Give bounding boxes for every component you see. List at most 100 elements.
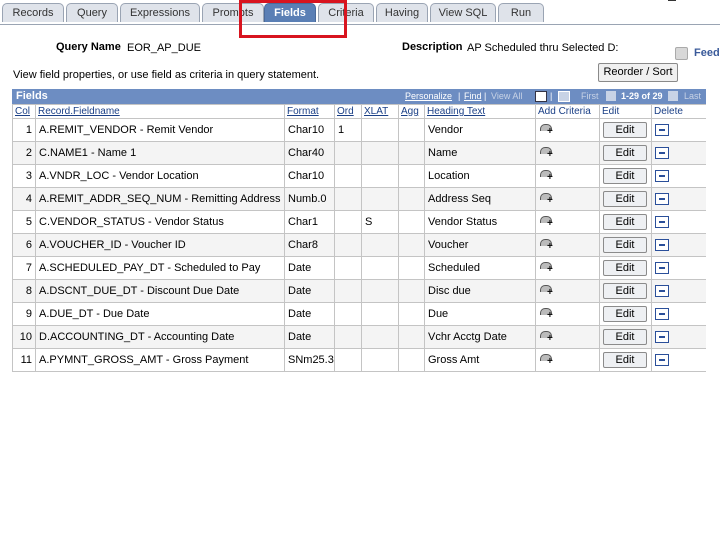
tab-run[interactable]: Run	[498, 3, 544, 22]
tab-expressions[interactable]: Expressions	[120, 3, 200, 22]
row-fieldname: D.ACCOUNTING_DT - Accounting Date	[35, 325, 285, 349]
delete-row-icon[interactable]	[655, 147, 669, 160]
row-add-criteria	[535, 233, 600, 257]
row-agg	[398, 302, 425, 326]
delete-row-icon[interactable]	[655, 216, 669, 229]
tab-records[interactable]: Records	[2, 3, 64, 22]
row-xlat	[361, 279, 399, 303]
edit-button[interactable]: Edit	[603, 237, 647, 253]
delete-row-icon[interactable]	[655, 308, 669, 321]
row-format: Date	[284, 325, 335, 349]
tab-baseline	[0, 24, 720, 25]
edit-button[interactable]: Edit	[603, 306, 647, 322]
next-arrow-icon[interactable]	[668, 91, 678, 101]
delete-row-icon[interactable]	[655, 239, 669, 252]
add-criteria-icon[interactable]	[539, 307, 553, 321]
view-all-link[interactable]: View All	[491, 89, 522, 104]
add-criteria-icon[interactable]	[539, 123, 553, 137]
col-header-fieldname[interactable]: Record.Fieldname	[35, 104, 285, 119]
fields-grid: Fields Personalize | Find | View All | F…	[12, 89, 706, 372]
col-header-add-criteria: Add Criteria	[535, 104, 600, 119]
add-criteria-icon[interactable]	[539, 284, 553, 298]
delete-row-icon[interactable]	[655, 170, 669, 183]
row-fieldname: C.VENDOR_STATUS - Vendor Status	[35, 210, 285, 234]
edit-button[interactable]: Edit	[603, 329, 647, 345]
edit-button[interactable]: Edit	[603, 122, 647, 138]
find-link[interactable]: Find	[464, 89, 482, 104]
row-edit: Edit	[599, 164, 652, 188]
edit-button[interactable]: Edit	[603, 352, 647, 368]
col-header-col[interactable]: Col	[12, 104, 36, 119]
row-delete	[651, 348, 706, 372]
edit-button[interactable]: Edit	[603, 168, 647, 184]
row-format: Char10	[284, 118, 335, 142]
edit-button[interactable]: Edit	[603, 191, 647, 207]
edit-button[interactable]: Edit	[603, 260, 647, 276]
add-criteria-icon[interactable]	[539, 146, 553, 160]
table-row: 2C.NAME1 - Name 1Char40 Name Edit	[12, 141, 706, 165]
grid-icon[interactable]	[558, 91, 570, 102]
row-col-num: 10	[12, 325, 36, 349]
add-criteria-icon[interactable]	[539, 330, 553, 344]
row-ord	[334, 256, 362, 280]
reorder-sort-button[interactable]: Reorder / Sort	[598, 63, 678, 82]
delete-row-icon[interactable]	[655, 354, 669, 367]
table-row: 3 A.VNDR_LOC - Vendor Location Char10 Locat…	[12, 164, 706, 188]
edit-button[interactable]: Edit	[603, 214, 647, 230]
last-link[interactable]: Last	[684, 89, 701, 104]
row-add-criteria	[535, 187, 600, 211]
feed-icon[interactable]	[675, 47, 688, 60]
delete-row-icon[interactable]	[655, 193, 669, 206]
nav-separator: |	[484, 91, 487, 101]
row-fieldname: C.NAME1 - Name 1	[35, 141, 285, 165]
add-criteria-icon[interactable]	[539, 215, 553, 229]
personalize-link[interactable]: Personalize	[405, 89, 452, 104]
delete-row-icon[interactable]	[655, 285, 669, 298]
add-criteria-icon[interactable]	[539, 353, 553, 367]
row-edit: Edit	[599, 210, 652, 234]
row-format: Date	[284, 279, 335, 303]
delete-row-icon[interactable]	[655, 124, 669, 137]
row-xlat	[361, 348, 399, 372]
col-header-edit: Edit	[599, 104, 652, 119]
edit-button[interactable]: Edit	[603, 283, 647, 299]
row-heading: Due	[424, 302, 536, 326]
row-agg	[398, 141, 425, 165]
col-header-heading[interactable]: Heading Text	[424, 104, 536, 119]
row-ord	[334, 325, 362, 349]
row-fieldname: A.VNDR_LOC - Vendor Location	[35, 164, 285, 188]
tab-having[interactable]: Having	[376, 3, 428, 22]
edit-button[interactable]: Edit	[603, 145, 647, 161]
row-delete	[651, 279, 706, 303]
first-link[interactable]: First	[581, 89, 599, 104]
download-icon[interactable]	[535, 91, 547, 102]
tab-query[interactable]: Query	[66, 3, 118, 22]
table-row: 6A.VOUCHER_ID - Voucher IDChar8 Voucher Ed…	[12, 233, 706, 257]
col-header-agg[interactable]: Agg	[398, 104, 425, 119]
feed-link[interactable]: Feed	[694, 47, 720, 59]
add-criteria-icon[interactable]	[539, 169, 553, 183]
row-format: Numb.0	[284, 187, 335, 211]
row-delete	[651, 256, 706, 280]
col-header-xlat[interactable]: XLAT	[361, 104, 399, 119]
add-criteria-icon[interactable]	[539, 261, 553, 275]
add-criteria-icon[interactable]	[539, 238, 553, 252]
row-format: Char10	[284, 164, 335, 188]
row-col-num: 1	[12, 118, 36, 142]
delete-row-icon[interactable]	[655, 262, 669, 275]
row-delete	[651, 164, 706, 188]
col-header-ord[interactable]: Ord	[334, 104, 362, 119]
grid-title: Fields	[16, 90, 48, 102]
prev-arrow-icon[interactable]	[606, 91, 616, 101]
tab-view-sql[interactable]: View SQL	[430, 3, 496, 22]
row-heading: Vendor Status	[424, 210, 536, 234]
row-ord	[334, 141, 362, 165]
row-delete	[651, 118, 706, 142]
delete-row-icon[interactable]	[655, 331, 669, 344]
col-header-format[interactable]: Format	[284, 104, 335, 119]
table-row: 4 A.REMIT_ADDR_SEQ_NUM - Remitting Addres…	[12, 187, 706, 211]
table-row: 8 A.DSCNT_DUE_DT - Discount Due Date Date D…	[12, 279, 706, 303]
row-ord	[334, 279, 362, 303]
add-criteria-icon[interactable]	[539, 192, 553, 206]
row-delete	[651, 210, 706, 234]
